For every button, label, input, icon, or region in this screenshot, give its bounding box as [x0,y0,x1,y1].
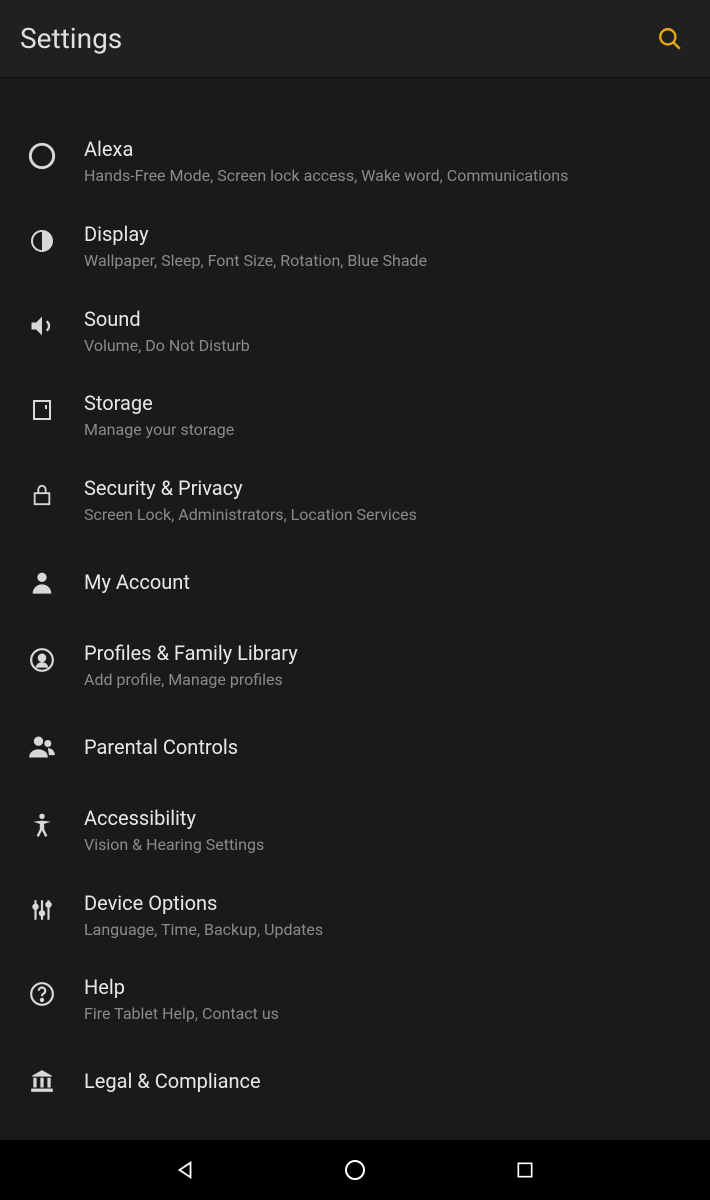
item-subtitle: Screen Lock, Administrators, Location Se… [84,505,417,526]
back-icon [174,1159,196,1181]
item-text: Device Options Language, Time, Backup, U… [84,888,323,941]
search-button[interactable] [650,19,690,59]
people-icon [20,725,64,769]
home-button[interactable] [335,1150,375,1190]
item-text: Sound Volume, Do Not Disturb [84,304,250,357]
lock-icon [20,473,64,517]
header: Settings [0,0,710,78]
search-icon [657,26,683,52]
item-title: My Account [84,569,190,595]
settings-item-display[interactable]: Display Wallpaper, Sleep, Font Size, Rot… [0,203,710,288]
sliders-icon [20,888,64,932]
settings-item-accessibility[interactable]: Accessibility Vision & Hearing Settings [0,787,710,872]
item-subtitle: Manage your storage [84,420,234,441]
home-icon [343,1158,367,1182]
settings-item-legal[interactable]: Legal & Compliance [0,1041,710,1121]
help-icon [20,972,64,1016]
item-text: Profiles & Family Library Add profile, M… [84,638,298,691]
item-subtitle: Hands-Free Mode, Screen lock access, Wak… [84,166,568,187]
item-title: Device Options [84,890,323,916]
settings-list: Alexa Hands-Free Mode, Screen lock acces… [0,78,710,1140]
item-subtitle: Language, Time, Backup, Updates [84,920,323,941]
item-title: Display [84,221,427,247]
item-title: Legal & Compliance [84,1068,261,1094]
navigation-bar [0,1140,710,1200]
item-subtitle: Fire Tablet Help, Contact us [84,1004,279,1025]
item-text: My Account [84,569,190,595]
recent-button[interactable] [505,1150,545,1190]
item-title: Security & Privacy [84,475,417,501]
settings-item-account[interactable]: My Account [0,542,710,622]
display-icon [20,219,64,263]
item-title: Profiles & Family Library [84,640,298,666]
item-text: Alexa Hands-Free Mode, Screen lock acces… [84,134,568,187]
settings-item-device[interactable]: Device Options Language, Time, Backup, U… [0,872,710,957]
page-title: Settings [20,22,122,55]
settings-item-storage[interactable]: Storage Manage your storage [0,372,710,457]
item-text: Storage Manage your storage [84,388,234,441]
sound-icon [20,304,64,348]
item-text: Legal & Compliance [84,1068,261,1094]
item-text: Accessibility Vision & Hearing Settings [84,803,264,856]
item-title: Alexa [84,136,568,162]
item-subtitle: Vision & Hearing Settings [84,835,264,856]
back-button[interactable] [165,1150,205,1190]
settings-item-alexa[interactable]: Alexa Hands-Free Mode, Screen lock acces… [0,118,710,203]
item-text: Parental Controls [84,734,238,760]
recent-icon [515,1160,535,1180]
item-title: Help [84,974,279,1000]
item-subtitle: Wallpaper, Sleep, Font Size, Rotation, B… [84,251,427,272]
legal-icon [20,1059,64,1103]
profiles-icon [20,638,64,682]
item-title: Accessibility [84,805,264,831]
item-title: Sound [84,306,250,332]
item-title: Parental Controls [84,734,238,760]
item-subtitle: Add profile, Manage profiles [84,670,298,691]
item-subtitle: Volume, Do Not Disturb [84,336,250,357]
person-icon [20,560,64,604]
settings-item-parental[interactable]: Parental Controls [0,707,710,787]
item-title: Storage [84,390,234,416]
item-text: Display Wallpaper, Sleep, Font Size, Rot… [84,219,427,272]
storage-icon [20,388,64,432]
settings-item-help[interactable]: Help Fire Tablet Help, Contact us [0,956,710,1041]
accessibility-icon [20,803,64,847]
settings-item-profiles[interactable]: Profiles & Family Library Add profile, M… [0,622,710,707]
item-text: Security & Privacy Screen Lock, Administ… [84,473,417,526]
settings-item-sound[interactable]: Sound Volume, Do Not Disturb [0,288,710,373]
alexa-icon [20,134,64,178]
settings-item-security[interactable]: Security & Privacy Screen Lock, Administ… [0,457,710,542]
item-text: Help Fire Tablet Help, Contact us [84,972,279,1025]
